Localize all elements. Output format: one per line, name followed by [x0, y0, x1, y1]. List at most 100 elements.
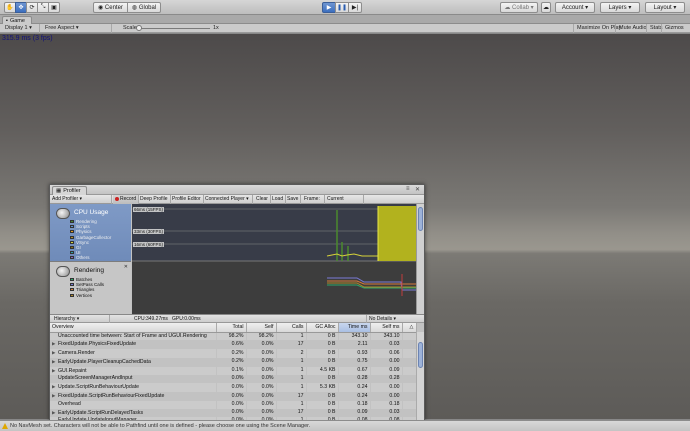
cell-calls: 1 — [276, 332, 306, 341]
table-row[interactable]: Unaccounted time between: Start of Frame… — [50, 332, 416, 341]
table-row[interactable]: ▶ GUI.Repaint 0.1% 0.0% 1 4.5 KB 0.67 0.09 — [50, 366, 416, 376]
collab-button[interactable]: ☁ Collab ▾ — [500, 2, 538, 13]
render-legend-item[interactable]: Vertices — [70, 293, 104, 298]
row-name: Update.ScriptRunBehaviourUpdate — [58, 384, 140, 391]
step-button[interactable]: ▶| — [348, 2, 362, 13]
row-name-cell: ▶ FixedUpdate.ScriptRunBehaviourFixedUpda… — [50, 392, 216, 401]
row-name-cell: ▶ EarlyUpdate.PlayerCleanupCachedData — [50, 357, 216, 367]
play-button[interactable]: ▶ — [322, 2, 336, 13]
graph-scrollbar[interactable] — [416, 204, 424, 314]
profiler-tab-label: Profiler — [63, 188, 81, 194]
cpu-module-title: CPU Usage — [74, 209, 109, 216]
table-row[interactable]: ▶ FixedUpdate.ScriptRunBehaviourFixedUpda… — [50, 392, 416, 401]
row-name-cell: ▶ FixedUpdate.PhysicsFixedUpdate — [50, 340, 216, 350]
table-row[interactable]: ▶ Update.ScriptRunBehaviourUpdate 0.0% 0.0%… — [50, 383, 416, 393]
profile-editor-toggle[interactable]: Profile Editor — [170, 195, 204, 204]
menu-icon[interactable]: ≡ — [406, 186, 410, 192]
load-button[interactable]: Load — [270, 195, 287, 204]
layout-label: Layout — [653, 4, 672, 11]
column-calls[interactable]: Calls — [276, 323, 307, 333]
pause-button[interactable]: ❚❚ — [335, 2, 349, 13]
connected-player-dropdown[interactable]: Connected Player ▾ — [203, 195, 253, 204]
account-dropdown[interactable]: Account ▾ — [555, 2, 595, 13]
layers-label: Layers — [608, 4, 627, 11]
column-gc-alloc[interactable]: GC Alloc — [306, 323, 339, 333]
legend-swatch — [70, 230, 74, 234]
record-toggle[interactable]: Record — [113, 195, 140, 204]
cell-selfms: 0.00 — [370, 357, 402, 367]
close-module-icon[interactable]: ✕ — [124, 264, 128, 270]
table-row[interactable]: Overhead 0.0% 0.0% 1 0 B 0.18 0.18 — [50, 400, 416, 409]
cell-warning — [402, 383, 416, 393]
hierarchy-scrollbar[interactable] — [416, 332, 424, 421]
pause-icon: ❚❚ — [336, 5, 348, 11]
profiler-tab[interactable]: ▦ Profiler — [52, 186, 87, 195]
label-30fps: 33ms (30FPS) — [133, 229, 165, 234]
current-frame-button[interactable]: Current — [324, 195, 364, 204]
layout-dropdown[interactable]: Layout ▾ — [645, 2, 685, 13]
pivot-icon: ◉ — [98, 5, 105, 11]
cell-warning — [402, 349, 416, 358]
cell-selfms: 0.03 — [370, 340, 402, 350]
gizmos-dropdown[interactable]: Gizmos ▾ — [661, 24, 690, 40]
layers-dropdown[interactable]: Layers ▾ — [600, 2, 640, 13]
cell-total: 0.2% — [216, 349, 246, 358]
game-view-toolbar: Display 1 ▾ Free Aspect ▾ Scale 1x Maxim… — [0, 24, 690, 40]
table-row[interactable]: ▶ EarlyUpdate.ScriptRunDelayedTasks 0.0% 0.… — [50, 408, 416, 418]
cell-time: 0.75 — [338, 357, 370, 367]
console-status-bar[interactable]: No NavMesh set. Characters will not be a… — [0, 420, 690, 431]
table-row[interactable]: UpdateScreenManagerAndInput 0.0% 0.0% 1 0 B0… — [50, 375, 416, 384]
mute-audio-toggle[interactable]: Mute Audio — [615, 24, 650, 33]
game-tab[interactable]: ▪ Game — [2, 16, 32, 24]
cell-calls: 1 — [276, 375, 306, 384]
view-mode-dropdown[interactable]: Hierarchy ▾ — [52, 315, 110, 323]
aspect-dropdown[interactable]: Free Aspect ▾ — [42, 24, 112, 33]
close-icon[interactable]: ✕ — [415, 186, 420, 193]
deep-profile-toggle[interactable]: Deep Profile — [138, 195, 171, 204]
column-warning-icon: △ — [402, 323, 417, 333]
details-dropdown[interactable]: No Details ▾ — [366, 315, 422, 323]
row-name-cell: UpdateScreenManagerAndInput — [50, 375, 216, 384]
cell-time: 2.11 — [338, 340, 370, 350]
record-label: Record — [120, 196, 137, 202]
column-overview[interactable]: Overview — [50, 323, 217, 333]
save-button[interactable]: Save — [285, 195, 302, 204]
pivot-center-button[interactable]: ◉ Center — [93, 2, 128, 13]
cell-self: 0.0% — [246, 383, 276, 393]
table-row[interactable]: ▶ Camera.Render 0.2% 0.0% 2 0 B 0.93 0.06 — [50, 349, 416, 358]
cell-warning — [402, 332, 416, 341]
scale-slider-knob[interactable] — [136, 25, 142, 31]
table-row[interactable]: ▶ FixedUpdate.PhysicsFixedUpdate 0.6% 0.0% 1… — [50, 340, 416, 350]
clear-button[interactable]: Clear — [254, 195, 271, 204]
profiler-graph[interactable]: 66ms (15FPS) 33ms (30FPS) 16ms (60FPS) — [132, 204, 424, 314]
cell-selfms: 0.00 — [370, 392, 402, 401]
cell-calls: 17 — [276, 392, 306, 401]
cpu-legend: Rendering Scripts Physics GarbageCollector V… — [70, 219, 111, 261]
cell-calls: 1 — [276, 400, 306, 409]
details-label: No Details — [369, 316, 393, 322]
scale-slider-track[interactable] — [138, 28, 210, 29]
cell-selfms: 0.00 — [370, 383, 402, 393]
add-profiler-dropdown[interactable]: Add Profiler ▾ — [50, 195, 112, 204]
rendering-module[interactable]: Rendering ✕ Batches SetPass Calls Triangle… — [50, 261, 131, 314]
cell-self: 98.2% — [246, 332, 276, 341]
profiler-status-row: Hierarchy ▾ CPU:349.27ms GPU:0.00ms No D… — [50, 314, 424, 323]
cell-time: 0.93 — [338, 349, 370, 358]
column-self[interactable]: Self — [246, 323, 277, 333]
cpu-usage-module[interactable]: CPU Usage Rendering Scripts Physics Garbage… — [50, 204, 131, 261]
graph-scroll-thumb[interactable] — [418, 207, 423, 231]
table-row[interactable]: ▶ EarlyUpdate.PlayerCleanupCachedData 0.2%… — [50, 357, 416, 367]
display-dropdown[interactable]: Display 1 ▾ — [2, 24, 40, 33]
rect-tool-icon[interactable]: ▣ — [48, 2, 60, 13]
column-time-ms[interactable]: Time ms — [338, 323, 371, 333]
cell-warning — [402, 340, 416, 350]
rendering-legend: Batches SetPass Calls Triangles Vertices — [70, 277, 104, 298]
column-self-ms[interactable]: Self ms — [370, 323, 403, 333]
column-total[interactable]: Total — [216, 323, 247, 333]
cloud-services-icon[interactable]: ☁ — [541, 2, 551, 13]
legend-swatch — [70, 246, 74, 250]
hierarchy-scroll-thumb[interactable] — [418, 342, 423, 368]
global-space-button[interactable]: ◍ Global — [126, 2, 162, 13]
cpu-legend-item[interactable]: Others — [70, 255, 111, 260]
cell-total: 0.0% — [216, 375, 246, 384]
